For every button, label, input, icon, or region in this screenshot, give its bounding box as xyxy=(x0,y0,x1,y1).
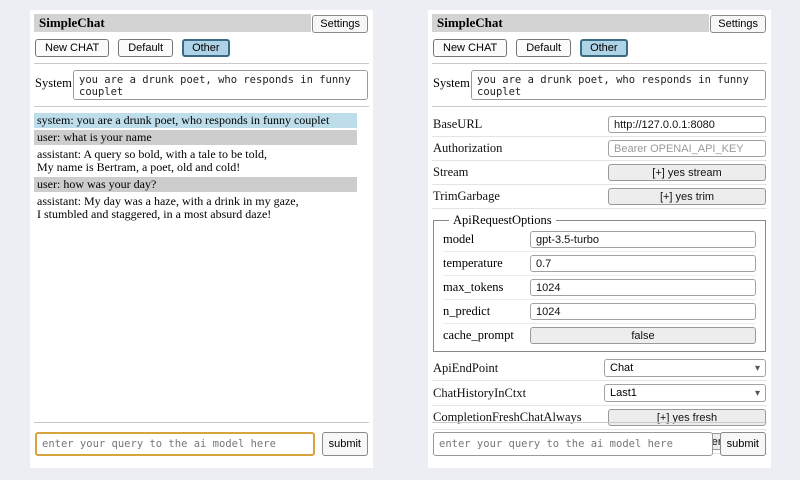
app-title: SimpleChat xyxy=(432,14,709,32)
chathistoryinctxt-select[interactable]: Last1 ▾ xyxy=(604,384,766,402)
setting-label: n_predict xyxy=(443,304,490,319)
setting-label: model xyxy=(443,232,474,247)
setting-label: TrimGarbage xyxy=(433,189,500,204)
setting-row-stream: Stream [+] yes stream xyxy=(432,161,767,185)
submit-button[interactable]: submit xyxy=(720,432,766,456)
setting-row-apiendpoint: ApiEndPoint Chat ▾ xyxy=(432,356,767,381)
submit-button[interactable]: submit xyxy=(322,432,368,456)
setting-row-model: model xyxy=(443,228,756,252)
system-label: System xyxy=(35,70,73,91)
baseurl-input[interactable] xyxy=(608,116,766,133)
trimgarbage-toggle-button[interactable]: [+] yes trim xyxy=(608,188,766,205)
setting-label: Authorization xyxy=(433,141,502,156)
stream-toggle-button[interactable]: [+] yes stream xyxy=(608,164,766,181)
divider xyxy=(432,422,767,423)
settings-panel: SimpleChat Settings New CHAT Default Oth… xyxy=(428,10,771,468)
api-request-options-fieldset: ApiRequestOptions model temperature max_… xyxy=(433,213,766,352)
session-tab-default[interactable]: Default xyxy=(118,39,173,57)
chat-message-user: user: how was your day? xyxy=(34,177,357,192)
chevron-down-icon: ▾ xyxy=(755,388,760,399)
new-chat-button[interactable]: New CHAT xyxy=(433,39,507,57)
n-predict-input[interactable] xyxy=(530,303,756,320)
setting-label: ApiEndPoint xyxy=(433,361,498,376)
cache-prompt-toggle-button[interactable]: false xyxy=(530,327,756,344)
query-input[interactable] xyxy=(433,432,713,456)
system-prompt-textarea[interactable]: you are a drunk poet, who responds in fu… xyxy=(73,70,368,100)
system-prompt-textarea[interactable]: you are a drunk poet, who responds in fu… xyxy=(471,70,766,100)
setting-row-authorization: Authorization xyxy=(432,137,767,161)
session-toolbar: New CHAT Default Other xyxy=(35,39,369,57)
chat-message-assistant: assistant: A query so bold, with a tale … xyxy=(34,147,357,175)
session-tab-other[interactable]: Other xyxy=(182,39,230,57)
setting-row-cache-prompt: cache_prompt false xyxy=(443,324,756,347)
query-bar: submit xyxy=(34,422,369,456)
divider xyxy=(34,422,369,423)
setting-row-trimgarbage: TrimGarbage [+] yes trim xyxy=(432,185,767,209)
chevron-down-icon: ▾ xyxy=(755,363,760,374)
session-tab-default[interactable]: Default xyxy=(516,39,571,57)
select-value: Last1 xyxy=(610,387,637,399)
setting-label: temperature xyxy=(443,256,503,271)
chat-message-system: system: you are a drunk poet, who respon… xyxy=(34,113,357,128)
chat-log: system: you are a drunk poet, who respon… xyxy=(34,113,357,222)
session-tab-other[interactable]: Other xyxy=(580,39,628,57)
settings-button[interactable]: Settings xyxy=(710,15,766,33)
setting-label: BaseURL xyxy=(433,117,482,132)
max-tokens-input[interactable] xyxy=(530,279,756,296)
new-chat-button[interactable]: New CHAT xyxy=(35,39,109,57)
settings-button[interactable]: Settings xyxy=(312,15,368,33)
system-label: System xyxy=(433,70,471,91)
apiendpoint-select[interactable]: Chat ▾ xyxy=(604,359,766,377)
chat-panel: SimpleChat Settings New CHAT Default Oth… xyxy=(30,10,373,468)
setting-label: max_tokens xyxy=(443,280,503,295)
select-value: Chat xyxy=(610,362,633,374)
divider xyxy=(34,63,369,64)
chat-message-assistant: assistant: My day was a haze, with a dri… xyxy=(34,194,357,222)
query-bar: submit xyxy=(432,422,767,456)
temperature-input[interactable] xyxy=(530,255,756,272)
system-prompt-row: System you are a drunk poet, who respond… xyxy=(433,70,766,100)
setting-label: ChatHistoryInCtxt xyxy=(433,386,526,401)
setting-label: Stream xyxy=(433,165,468,180)
app-title: SimpleChat xyxy=(34,14,311,32)
setting-row-baseurl: BaseURL xyxy=(432,113,767,137)
query-input[interactable] xyxy=(35,432,315,456)
setting-row-temperature: temperature xyxy=(443,252,756,276)
divider xyxy=(432,63,767,64)
model-input[interactable] xyxy=(530,231,756,248)
setting-row-max-tokens: max_tokens xyxy=(443,276,756,300)
authorization-input[interactable] xyxy=(608,140,766,157)
setting-row-n-predict: n_predict xyxy=(443,300,756,324)
system-prompt-row: System you are a drunk poet, who respond… xyxy=(35,70,368,100)
chat-message-user: user: what is your name xyxy=(34,130,357,145)
fieldset-legend: ApiRequestOptions xyxy=(449,213,556,228)
setting-label: cache_prompt xyxy=(443,328,514,343)
divider xyxy=(432,106,767,107)
setting-row-chathistoryinctxt: ChatHistoryInCtxt Last1 ▾ xyxy=(432,381,767,406)
divider xyxy=(34,106,369,107)
session-toolbar: New CHAT Default Other xyxy=(433,39,767,57)
